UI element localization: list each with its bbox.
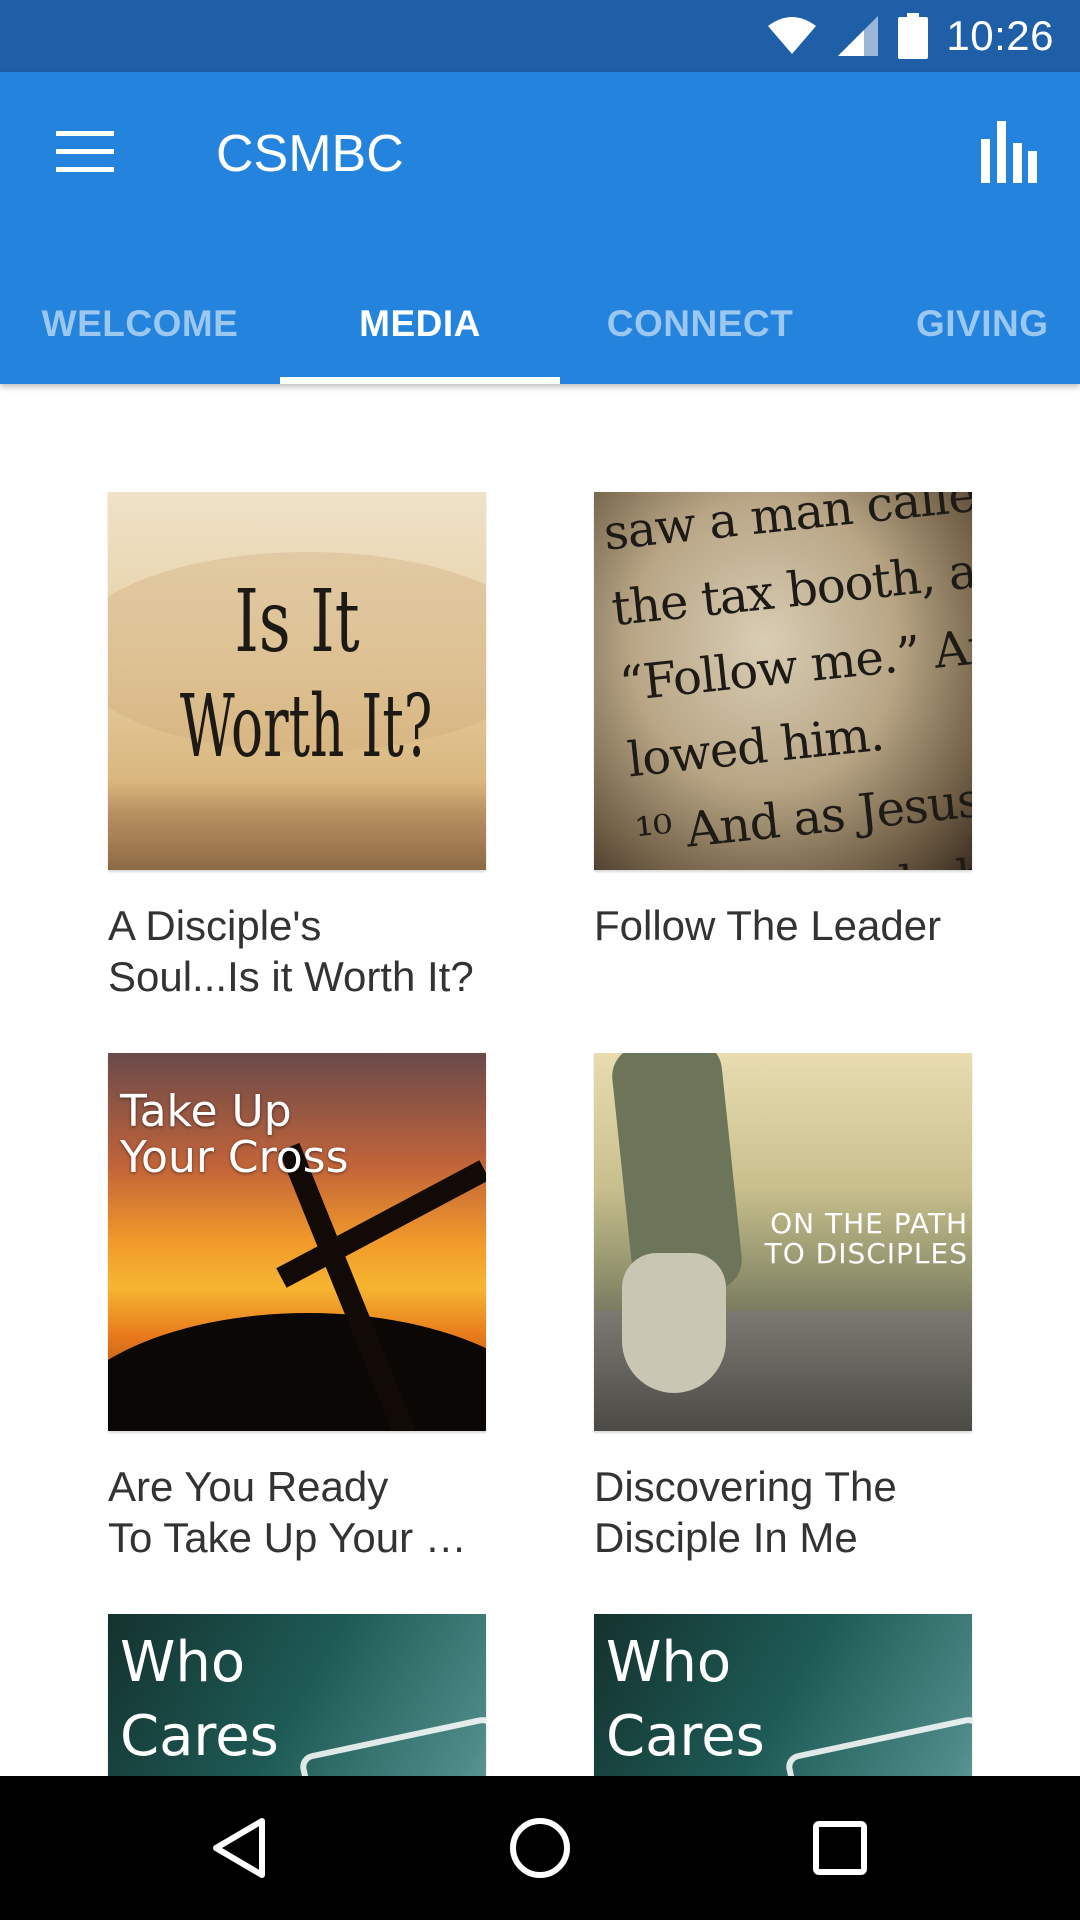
app-title: CSMBC (216, 125, 404, 183)
tab-welcome[interactable]: WELCOME (0, 264, 280, 384)
media-card[interactable]: saw a man called the tax booth, and “Follo… (594, 492, 972, 951)
thumbnail-text: Take Up Your Cross (120, 1086, 349, 1183)
media-thumbnail[interactable]: Who Cares (108, 1614, 486, 1776)
media-title: Are You Ready To Take Up Your … (108, 1463, 467, 1561)
media-card[interactable]: Who Cares (108, 1614, 486, 1776)
stats-button[interactable] (964, 112, 1054, 192)
recents-icon (813, 1821, 867, 1875)
tab-connect[interactable]: CONNECT (560, 264, 840, 384)
thumbnail-text: Worth It? (179, 677, 433, 777)
wifi-icon (768, 17, 817, 54)
status-icons: 10:26 (766, 0, 1054, 72)
media-thumbnail[interactable]: Is It Worth It? (108, 492, 486, 870)
tab-media[interactable]: MEDIA (280, 264, 560, 384)
thumbnail-text: Who Cares (120, 1630, 279, 1769)
recents-button[interactable] (780, 1798, 900, 1898)
back-button[interactable] (180, 1798, 300, 1898)
home-icon (510, 1818, 570, 1878)
back-icon (213, 1818, 265, 1878)
app-bar: CSMBC WELCOME MEDIA CONNECT GIVING (0, 72, 1080, 384)
media-card[interactable]: ON THE PATH TO DISCIPLES Discovering The … (594, 1053, 972, 1563)
media-title: A Disciple's Soul...Is it Worth It? (108, 902, 474, 1000)
thumbnail-text: Is It (234, 572, 360, 672)
media-thumbnail[interactable]: saw a man called the tax booth, and “Follo… (594, 492, 972, 870)
signal-icon (838, 16, 879, 56)
tab-bar: WELCOME MEDIA CONNECT GIVING (0, 264, 1080, 384)
tab-giving[interactable]: GIVING (840, 264, 1080, 384)
hamburger-menu-icon (56, 131, 114, 172)
media-card[interactable]: Take Up Your Cross Are You Ready To Take … (108, 1053, 486, 1563)
status-bar: 10:26 (0, 0, 1080, 72)
media-thumbnail[interactable]: Who Cares (594, 1614, 972, 1776)
media-card[interactable]: Who Cares (594, 1614, 972, 1776)
bar-chart-icon (981, 121, 1037, 183)
tab-indicator (280, 377, 560, 384)
thumbnail-text: ON THE PATH TO DISCIPLES (764, 1207, 968, 1270)
navigation-bar (0, 1776, 1080, 1920)
media-title: Discovering The Disciple In Me (594, 1463, 897, 1561)
menu-button[interactable] (40, 112, 130, 192)
media-grid: Is It Worth It? A Disciple's Soul...Is i… (0, 384, 1080, 1776)
media-title: Follow The Leader (594, 902, 942, 949)
thumbnail-text: saw a man called the tax booth, and “Follo… (601, 492, 972, 870)
thumbnail-text: Who Cares (606, 1630, 765, 1769)
media-thumbnail[interactable]: Take Up Your Cross (108, 1053, 486, 1431)
battery-icon (898, 13, 929, 59)
media-card[interactable]: Is It Worth It? A Disciple's Soul...Is i… (108, 492, 486, 1002)
home-button[interactable] (480, 1798, 600, 1898)
media-thumbnail[interactable]: ON THE PATH TO DISCIPLES (594, 1053, 972, 1431)
status-time: 10:26 (946, 12, 1054, 59)
